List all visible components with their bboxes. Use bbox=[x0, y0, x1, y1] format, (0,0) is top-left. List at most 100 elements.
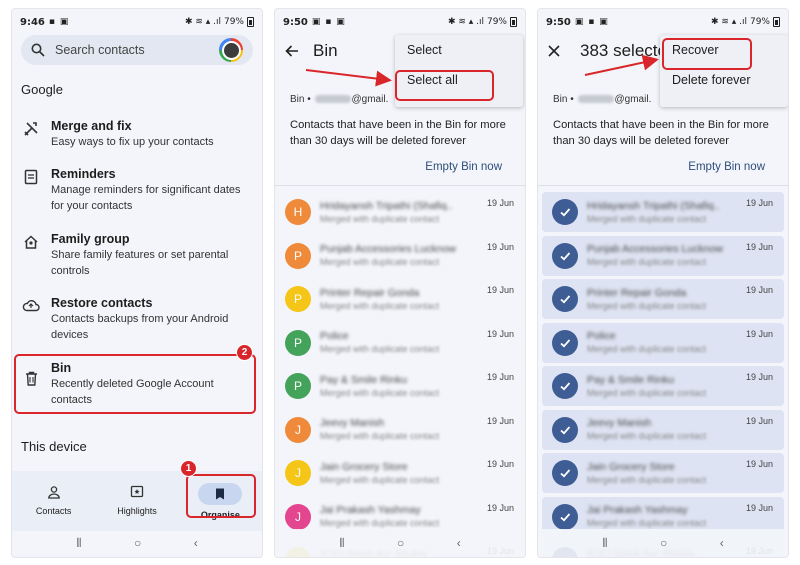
google-section-header: Google bbox=[21, 82, 63, 97]
contact-date: 19 Jun bbox=[745, 198, 773, 208]
bin-account-line: Bin • @gmail. bbox=[290, 94, 388, 105]
divider bbox=[275, 185, 525, 186]
menu-item-reminders[interactable]: Reminders Manage reminders for significa… bbox=[21, 166, 253, 214]
contact-avatar[interactable]: J bbox=[285, 503, 311, 530]
contact-text: Jeevy Manish Merged with duplicate contac… bbox=[587, 416, 737, 443]
menu-item-merge-and-fix[interactable]: Merge and fix Easy ways to fix up your c… bbox=[21, 118, 253, 150]
recents-icon[interactable]: ⦀ bbox=[76, 536, 81, 551]
menu-item-subtitle: Contacts backups from your Android devic… bbox=[51, 313, 229, 341]
contact-avatar[interactable]: P bbox=[285, 373, 311, 399]
contact-text: Police Merged with duplicate contact bbox=[320, 329, 470, 356]
back-icon[interactable]: ‹ bbox=[720, 536, 724, 550]
recents-icon[interactable]: ⦀ bbox=[602, 536, 607, 551]
contact-date: 19 Jun bbox=[745, 502, 773, 513]
tutorial-composite: 9:46 ▪ ▣ ✱ ≋ ▴ .ıl 79% Search contacts G… bbox=[0, 0, 800, 565]
menu-item-subtitle: Manage reminders for significant dates f… bbox=[51, 184, 241, 212]
contact-name: Jeevy Manish bbox=[320, 417, 385, 429]
empty-bin-button[interactable]: Empty Bin now bbox=[688, 161, 765, 173]
contact-row[interactable]: H Hridayansh Tripathi (Shafiq.. Merged wit… bbox=[275, 192, 525, 232]
highlights-icon bbox=[127, 483, 147, 501]
cloud-restore-icon bbox=[21, 298, 41, 318]
contact-row[interactable]: P Printer Repair Gonda Merged with duplica… bbox=[275, 279, 525, 319]
contact-avatar[interactable]: P bbox=[285, 286, 311, 312]
contact-row[interactable]: Jain Grocery Store Merged with duplicate … bbox=[542, 453, 784, 493]
organise-highlight-box bbox=[186, 474, 256, 518]
contact-subtitle: Merged with duplicate contact bbox=[320, 344, 440, 354]
reminder-icon bbox=[21, 169, 41, 189]
contact-row[interactable]: J Jeevy Manish Merged with duplicate conta… bbox=[275, 410, 525, 450]
search-bar[interactable]: Search contacts bbox=[21, 35, 253, 65]
contact-avatar[interactable]: H bbox=[285, 199, 311, 225]
contact-subtitle: Merged with duplicate contact bbox=[320, 474, 440, 485]
contact-avatar[interactable]: J bbox=[285, 416, 311, 443]
menu-item-family-group[interactable]: Family group Share family features or se… bbox=[21, 231, 253, 279]
account-avatar[interactable] bbox=[219, 38, 243, 62]
contact-row[interactable]: P Punjab Accessories Lucknow Merged with d… bbox=[275, 236, 525, 276]
recents-icon[interactable]: ⦀ bbox=[339, 536, 344, 551]
contact-subtitle: Merged with duplicate contact bbox=[587, 387, 707, 398]
contact-date: 19 Jun bbox=[486, 372, 514, 382]
contact-text: Punjab Accessories Lucknow Merged with du… bbox=[587, 242, 737, 269]
checked-avatar[interactable] bbox=[552, 460, 578, 486]
divider bbox=[538, 185, 788, 186]
battery-percent: 79% bbox=[486, 17, 507, 27]
checked-avatar[interactable] bbox=[552, 416, 578, 443]
contact-text: Hridayansh Tripathi (Shafiq.. Merged with… bbox=[587, 199, 737, 226]
back-icon[interactable]: ‹ bbox=[194, 536, 198, 550]
contact-subtitle: Merged with duplicate contact bbox=[587, 257, 707, 267]
contact-row[interactable]: P Police Merged with duplicate contact 19 J… bbox=[275, 323, 525, 363]
nav-contacts[interactable]: Contacts bbox=[12, 471, 95, 531]
contact-row[interactable]: Jeevy Manish Merged with duplicate contac… bbox=[542, 409, 784, 450]
bin-account-line: Bin • @gmail. bbox=[553, 94, 651, 105]
contact-avatar[interactable]: P bbox=[285, 242, 311, 269]
home-icon[interactable]: ○ bbox=[134, 536, 141, 550]
step-badge: 2 bbox=[236, 344, 253, 361]
contact-subtitle: Merged with duplicate contact bbox=[320, 431, 440, 441]
back-arrow-icon[interactable] bbox=[285, 44, 299, 58]
menu-item-restore-contacts[interactable]: Restore contacts Contacts backups from y… bbox=[21, 295, 253, 343]
checked-avatar[interactable] bbox=[552, 373, 578, 399]
phone-screen-bin: 9:50 ▣ ▪ ▣ ✱ ≋ ▴ .ıl 79% Bin Bin • @gmai… bbox=[274, 8, 526, 558]
contact-row[interactable]: Police Merged with duplicate contact 19 Ju… bbox=[542, 322, 784, 363]
contact-row[interactable]: Printer Repair Gonda Merged with duplicat… bbox=[542, 279, 784, 319]
contact-date: 19 Jun bbox=[745, 241, 773, 252]
menu-item-title: Reminders bbox=[51, 167, 116, 181]
checked-avatar[interactable] bbox=[552, 286, 578, 312]
contact-text: Pay & Smile Rinku Merged with duplicate c… bbox=[587, 373, 737, 400]
contact-text: Jai Prakash Yashmay Merged with duplicate… bbox=[320, 503, 470, 530]
status-right: ✱ ≋ ▴ .ıl 79% bbox=[448, 17, 517, 27]
home-icon[interactable]: ○ bbox=[660, 536, 667, 550]
checked-avatar[interactable] bbox=[552, 199, 578, 225]
status-bar: 9:46 ▪ ▣ ✱ ≋ ▴ .ıl 79% bbox=[12, 9, 262, 35]
contact-text: Jain Grocery Store Merged with duplicate … bbox=[320, 460, 470, 487]
contact-name: Jai Prakash Yashmay bbox=[320, 504, 421, 516]
contact-date: 19 Jun bbox=[745, 459, 773, 469]
contact-name: Printer Repair Gonda bbox=[587, 286, 687, 299]
contact-avatar[interactable]: J bbox=[285, 460, 311, 486]
checked-avatar[interactable] bbox=[552, 503, 578, 530]
checked-avatar[interactable] bbox=[552, 242, 578, 269]
checked-avatar[interactable] bbox=[552, 329, 578, 356]
contact-name: Police bbox=[320, 330, 349, 342]
status-time: 9:50 bbox=[283, 16, 308, 28]
contact-text: Jain Grocery Store Merged with duplicate … bbox=[587, 460, 737, 487]
contact-row[interactable]: Hridayansh Tripathi (Shafiq.. Merged with… bbox=[542, 192, 784, 232]
signal-icons: ✱ ≋ ▴ .ıl bbox=[447, 17, 484, 27]
battery-percent: 79% bbox=[749, 17, 770, 27]
home-icon[interactable]: ○ bbox=[397, 536, 404, 550]
menu-item-select[interactable]: Select bbox=[395, 35, 523, 65]
empty-bin-button[interactable]: Empty Bin now bbox=[425, 161, 502, 173]
contact-avatar[interactable]: P bbox=[285, 329, 311, 356]
contact-name: Pay & Smile Rinku bbox=[320, 373, 407, 386]
contact-row[interactable]: J Jain Grocery Store Merged with duplicate… bbox=[275, 453, 525, 493]
contact-row[interactable]: Pay & Smile Rinku Merged with duplicate c… bbox=[542, 366, 784, 406]
status-time: 9:46 bbox=[20, 16, 45, 28]
contact-row[interactable]: Punjab Accessories Lucknow Merged with du… bbox=[542, 235, 784, 276]
account-suffix: @gmail. bbox=[614, 94, 652, 105]
nav-highlights[interactable]: Highlights bbox=[95, 471, 178, 531]
back-icon[interactable]: ‹ bbox=[457, 536, 461, 550]
page-title: Bin bbox=[313, 41, 338, 60]
contact-row[interactable]: P Pay & Smile Rinku Merged with duplicate … bbox=[275, 366, 525, 406]
close-icon[interactable] bbox=[548, 45, 560, 57]
check-icon bbox=[560, 512, 571, 521]
